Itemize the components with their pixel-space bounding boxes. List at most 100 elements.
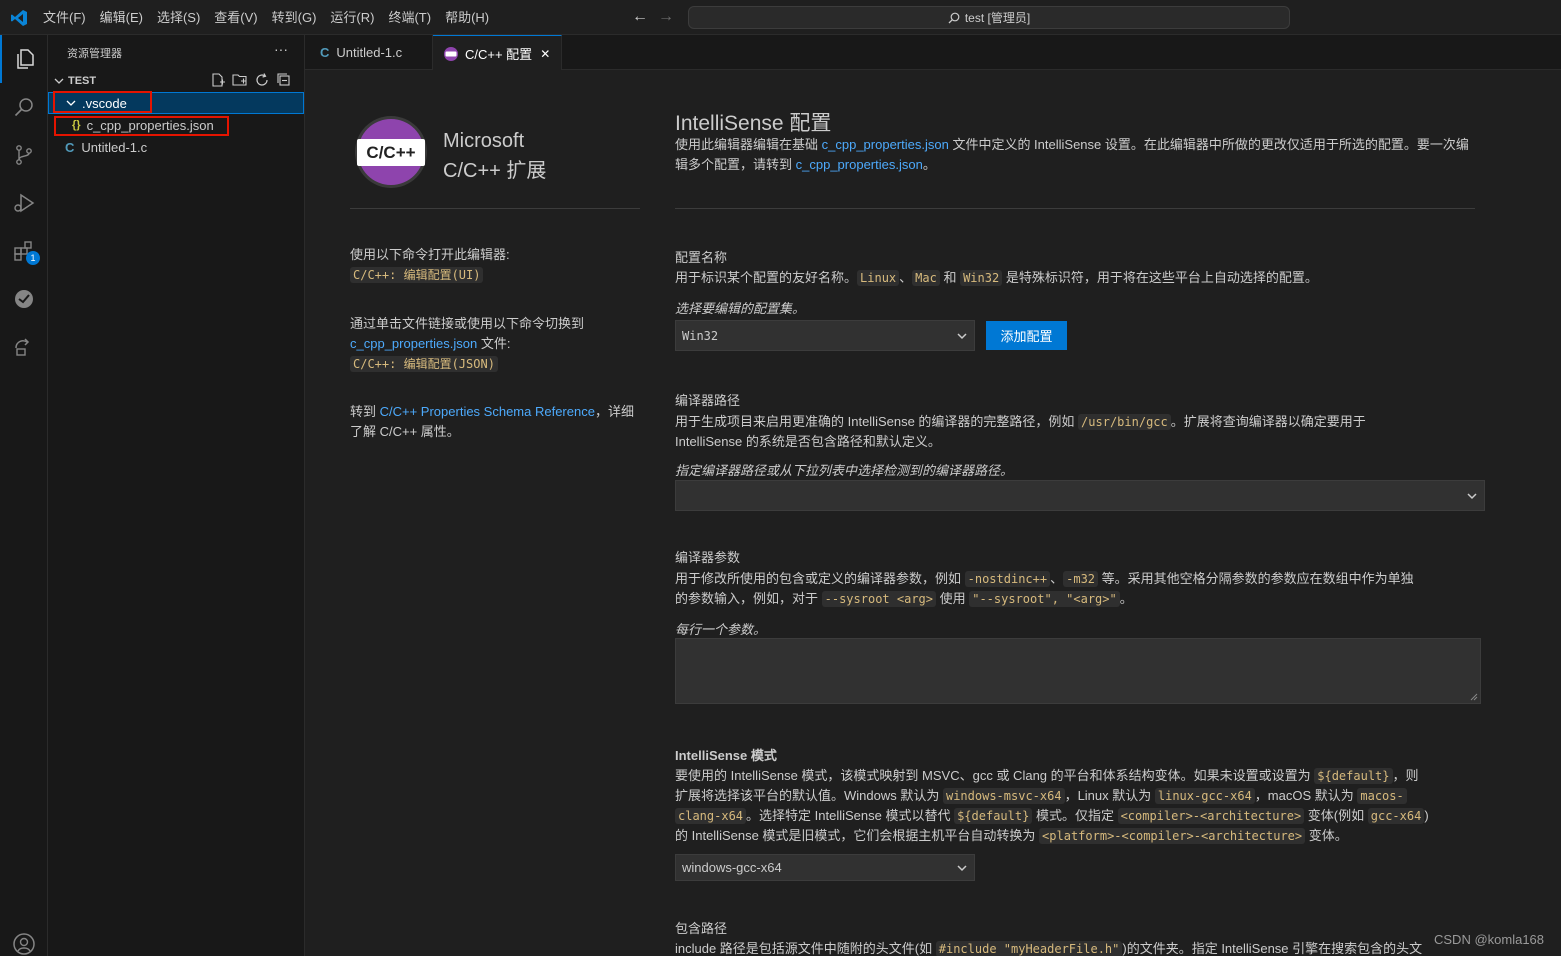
description-text: 用于修改所使用的包含或定义的编译器参数，例如	[675, 571, 965, 586]
description-text: 文件中定义的 IntelliSense 设置。在此编辑器中所做的更改仅适用于所选…	[948, 137, 1469, 152]
account-icon	[13, 933, 35, 955]
menu-selection[interactable]: 选择(S)	[150, 0, 207, 35]
more-actions-icon[interactable]: ···	[274, 41, 288, 57]
code-linux-gcc-x64: linux-gcc-x64	[1154, 788, 1255, 804]
command-code: C/C++: 编辑配置(UI)	[350, 267, 484, 283]
description-text: 和	[939, 270, 961, 285]
description-text: 使用	[936, 591, 970, 606]
remote-activity[interactable]	[0, 323, 48, 371]
brand-line1: Microsoft	[443, 130, 525, 152]
config-name-description: 用于标识某个配置的友好名称。 Linux、 Mac 和 Win32 是特殊标识符，用…	[675, 268, 1495, 288]
menu-file[interactable]: 文件(F)	[36, 0, 93, 35]
run-debug-icon	[14, 193, 35, 213]
tab-untitled-c[interactable]: C Untitled-1.c	[305, 35, 433, 70]
arrow-left-icon[interactable]: ←	[632, 8, 648, 26]
workspace-title: TEST	[68, 75, 97, 87]
compiler-path-combobox[interactable]	[675, 480, 1485, 511]
description-text: 。	[922, 157, 936, 172]
chevron-down-icon	[54, 78, 64, 84]
description-text: ，则	[1392, 768, 1419, 783]
refresh-icon[interactable]	[254, 72, 270, 88]
description-text: 模式。仅指定	[1032, 808, 1118, 823]
close-icon[interactable]: ✕	[540, 47, 550, 61]
compiler-path-hint: 指定编译器路径或从下拉列表中选择检测到的编译器路径。	[675, 463, 1014, 478]
arrow-right-icon[interactable]: →	[658, 8, 674, 26]
code-sysroot-arg: --sysroot <arg>	[821, 591, 936, 607]
brand-line2: C/C++ 扩展	[443, 160, 547, 182]
cpp-config-editor: C/C++ Microsoft C/C++ 扩展 使用以下命令打开此编辑器: C…	[305, 70, 1561, 956]
command-center[interactable]: test [管理员]	[688, 6, 1290, 29]
compiler-args-hint: 每行一个参数。	[675, 622, 767, 637]
config-select-value: Win32	[682, 328, 719, 343]
logo-text: C/C++	[357, 139, 425, 166]
add-config-button[interactable]: 添加配置	[986, 321, 1067, 350]
instruction-text: ，详细	[594, 404, 634, 419]
left-divider	[350, 208, 640, 209]
code-linux: Linux	[857, 270, 900, 286]
code-usr-bin-gcc: /usr/bin/gcc	[1078, 414, 1171, 430]
menu-run[interactable]: 运行(R)	[323, 0, 381, 35]
compiler-args-textarea[interactable]	[675, 638, 1481, 704]
run-debug-activity[interactable]	[0, 179, 48, 227]
include-path-description: include 路径是包括源文件中随附的头文件(如 #include "myHe…	[675, 939, 1495, 956]
menu-terminal[interactable]: 终端(T)	[381, 0, 438, 35]
instruction-text: 文件:	[477, 336, 511, 351]
workspace-section-header[interactable]: TEST	[48, 70, 304, 92]
tree-item-untitled-c[interactable]: C Untitled-1.c	[48, 136, 304, 158]
code-platform-compiler-architecture: <platform>-<compiler>-<architecture>	[1039, 828, 1306, 844]
testing-activity[interactable]	[0, 275, 48, 323]
extensions-badge: 1	[26, 251, 40, 265]
c-file-icon: C	[65, 139, 75, 155]
tab-cpp-config[interactable]: C/C++ 配置 ✕	[433, 35, 562, 71]
highlight-box-vscode	[53, 91, 152, 113]
json-file-link[interactable]: c_cpp_properties.json	[796, 157, 923, 172]
git-branch-icon	[16, 145, 32, 165]
description-text: )的文件夹。指定 IntelliSense 引擎在搜索包含的头文	[1122, 941, 1423, 956]
source-control-activity[interactable]	[0, 131, 48, 179]
c-file-icon: C	[320, 45, 330, 60]
accounts-activity[interactable]	[0, 924, 48, 956]
menu-edit[interactable]: 编辑(E)	[93, 0, 150, 35]
description-text: ，Linux 默认为	[1064, 788, 1155, 803]
main-divider	[675, 208, 1475, 209]
menu-help[interactable]: 帮助(H)	[438, 0, 496, 35]
explorer-activity[interactable]	[0, 35, 48, 83]
config-name-heading: 配置名称	[675, 250, 728, 265]
code-default: ${default}	[954, 808, 1033, 824]
new-folder-icon[interactable]	[232, 72, 248, 88]
section-actions	[210, 72, 292, 88]
collapse-all-icon[interactable]	[276, 72, 292, 88]
search-icon	[948, 12, 960, 23]
include-path-heading: 包含路径	[675, 921, 728, 936]
description-text: 用于标识某个配置的友好名称。	[675, 270, 858, 285]
config-select[interactable]: Win32	[675, 320, 975, 351]
chevron-down-icon	[957, 864, 967, 871]
schema-reference-link[interactable]: C/C++ Properties Schema Reference	[380, 404, 595, 419]
description-text: 变体。	[1305, 828, 1348, 843]
search-activity[interactable]	[0, 83, 48, 131]
description-text: 。扩展将查询编译器以确定要用于	[1170, 414, 1366, 429]
instruction-text: 转到	[350, 404, 380, 419]
intellisense-mode-description: 要使用的 IntelliSense 模式，该模式映射到 MSVC、gcc 或 C…	[675, 766, 1495, 846]
intellisense-mode-select[interactable]: windows-gcc-x64	[675, 854, 975, 881]
chevron-down-icon	[1467, 492, 1477, 499]
code-default: ${default}	[1314, 768, 1393, 784]
watermark: CSDN @komla168	[1434, 932, 1545, 947]
resize-grip-icon[interactable]	[1470, 693, 1478, 701]
menu-go[interactable]: 转到(G)	[265, 0, 324, 35]
editor-tab-bar: C Untitled-1.c C/C++ 配置 ✕	[305, 35, 1561, 71]
page-description: 使用此编辑器编辑在基础 c_cpp_properties.json 文件中定义的…	[675, 135, 1475, 175]
code-macos: macos-	[1357, 788, 1407, 804]
instruction-text: 使用以下命令打开此编辑器:	[350, 247, 510, 262]
menu-view[interactable]: 查看(V)	[207, 0, 264, 35]
tab-label: C/C++ 配置	[465, 47, 533, 62]
description-text: )	[1424, 808, 1429, 823]
tab-label: Untitled-1.c	[336, 45, 403, 60]
json-file-link[interactable]: c_cpp_properties.json	[350, 336, 477, 351]
json-file-link[interactable]: c_cpp_properties.json	[822, 137, 949, 152]
code-nostdinc: -nostdinc++	[964, 571, 1051, 587]
extensions-activity[interactable]	[0, 227, 48, 275]
command-code: C/C++: 编辑配置(JSON)	[350, 356, 498, 372]
switch-json-instructions: 通过单击文件链接或使用以下命令切换到 c_cpp_properties.json…	[350, 314, 640, 374]
new-file-icon[interactable]	[210, 72, 226, 88]
